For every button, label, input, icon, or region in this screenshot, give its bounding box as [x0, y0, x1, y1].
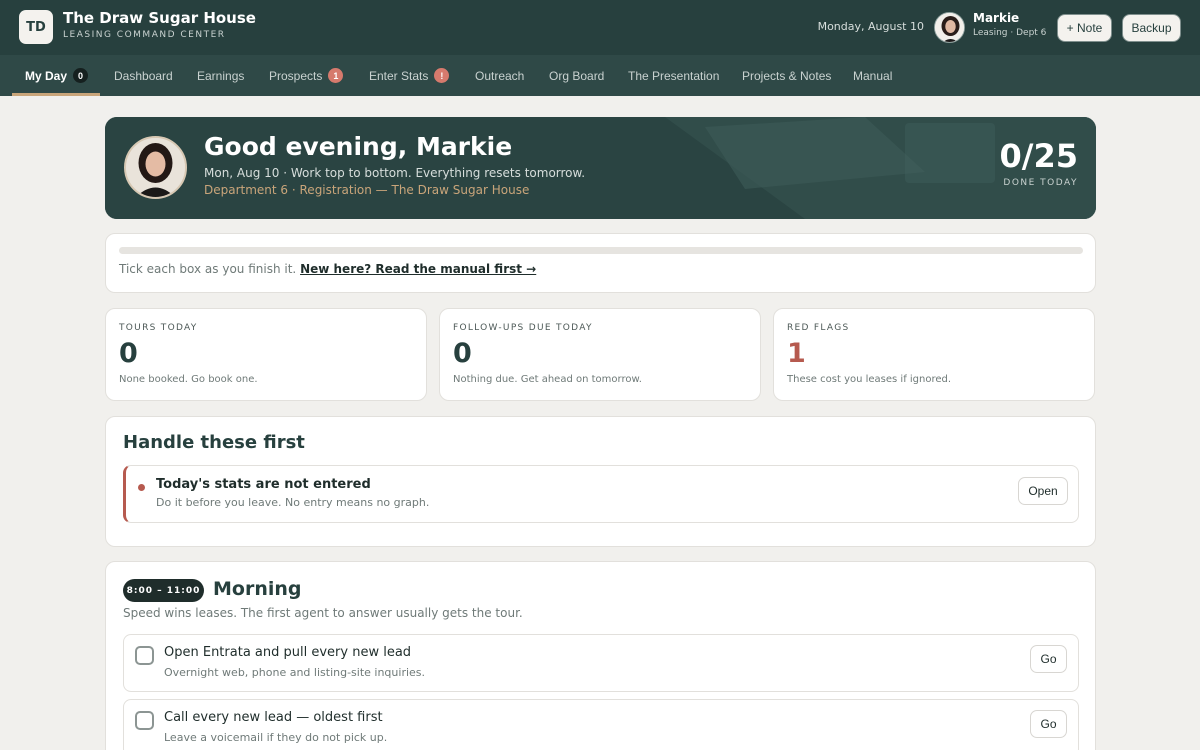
header-date: Monday, August 10 [817, 20, 924, 33]
add-note-button[interactable]: + Note [1057, 14, 1112, 42]
backup-button[interactable]: Backup [1122, 14, 1181, 42]
task-description: Leave a voicemail if they do not pick up… [164, 731, 388, 744]
progress-card: Tick each box as you finish it. New here… [105, 233, 1096, 293]
tab-count-badge: 1 [328, 68, 344, 83]
progress-instruction: Tick each box as you finish it. [119, 262, 297, 276]
handle-first-card: Handle these first Today's stats are not… [105, 416, 1096, 547]
tab-my-day[interactable]: My Day 0 [25, 55, 89, 96]
stat-note: Nothing due. Get ahead on tomorrow. [453, 374, 642, 385]
alert-dot-icon [138, 484, 145, 491]
stat-card-follow-ups: FOLLOW-UPS DUE TODAY 0 Nothing due. Get … [439, 308, 761, 401]
tab-the-presentation[interactable]: The Presentation [628, 55, 719, 96]
tab-label: Earnings [197, 68, 245, 83]
tab-label: Enter Stats [369, 68, 429, 83]
hero-department-line: Department 6 · Registration — The Draw S… [204, 183, 530, 197]
read-manual-link[interactable]: New here? Read the manual first → [300, 262, 536, 276]
active-tab-indicator [12, 93, 100, 96]
tab-org-board[interactable]: Org Board [549, 55, 604, 96]
user-name: Markie [973, 11, 1020, 25]
task-checkbox[interactable] [135, 711, 154, 730]
greeting-heading: Good evening, Markie [204, 132, 513, 161]
tab-outreach[interactable]: Outreach [475, 55, 524, 96]
section-title: Morning [213, 578, 302, 600]
alert-description: Do it before you leave. No entry means n… [156, 496, 430, 509]
tab-prospects[interactable]: Prospects 1 [269, 55, 344, 96]
done-today-label: DONE TODAY [1003, 178, 1078, 188]
stat-note: These cost you leases if ignored. [787, 374, 952, 385]
morning-section: 8:00 – 11:00 Morning Speed wins leases. … [105, 561, 1096, 750]
tab-enter-stats[interactable]: Enter Stats ! [369, 55, 450, 96]
tab-manual[interactable]: Manual [853, 55, 892, 96]
hero-banner: Good evening, Markie Mon, Aug 10 · Work … [105, 117, 1096, 219]
tab-dashboard[interactable]: Dashboard [114, 55, 173, 96]
done-today-count: 0/25 [999, 137, 1078, 175]
avatar-portrait-icon [935, 13, 964, 42]
stat-label: TOURS TODAY [119, 323, 198, 333]
tab-projects-notes[interactable]: Projects & Notes [742, 55, 831, 96]
tab-label: My Day [25, 68, 68, 83]
task-item: Call every new lead — oldest first Leave… [123, 699, 1079, 750]
tab-label: Projects & Notes [742, 68, 832, 83]
app-logo[interactable]: TD [19, 10, 53, 44]
section-subtitle: Speed wins leases. The first agent to an… [123, 606, 523, 620]
portrait-icon [126, 138, 185, 197]
tab-count-badge: 0 [73, 68, 89, 83]
alert-title: Today's stats are not entered [156, 477, 371, 492]
task-description: Overnight web, phone and listing-site in… [164, 666, 426, 679]
alert-item-stats: Today's stats are not entered Do it befo… [123, 465, 1079, 523]
progress-bar [119, 247, 1083, 254]
stat-value: 1 [787, 338, 806, 369]
stat-value: 0 [453, 338, 472, 369]
hero-date-line: Mon, Aug 10 · Work top to bottom. Everyt… [204, 166, 586, 180]
time-range-badge: 8:00 – 11:00 [123, 579, 204, 602]
task-checkbox[interactable] [135, 646, 154, 665]
tab-bar: My Day 0 Dashboard Earnings Prospects 1 … [0, 55, 1200, 96]
tab-label: Manual [853, 68, 893, 83]
tab-alert-badge: ! [434, 68, 450, 83]
stat-label: RED FLAGS [787, 323, 850, 333]
stat-value: 0 [119, 338, 138, 369]
progress-hint: Tick each box as you finish it. New here… [119, 262, 536, 276]
user-role: Leasing · Dept 6 [973, 28, 1047, 38]
stat-label: FOLLOW-UPS DUE TODAY [453, 323, 593, 333]
stat-card-red-flags: RED FLAGS 1 These cost you leases if ign… [773, 308, 1095, 401]
user-avatar[interactable] [934, 12, 965, 43]
open-button[interactable]: Open [1018, 477, 1068, 505]
go-button[interactable]: Go [1030, 710, 1067, 738]
section-title: Handle these first [123, 432, 305, 453]
task-title: Open Entrata and pull every new lead [164, 645, 412, 660]
stat-note: None booked. Go book one. [119, 374, 258, 385]
tab-label: Org Board [549, 68, 605, 83]
app-subtitle: LEASING COMMAND CENTER [63, 30, 226, 40]
task-title: Call every new lead — oldest first [164, 710, 383, 725]
top-bar: TD The Draw Sugar House LEASING COMMAND … [0, 0, 1200, 55]
tab-label: The Presentation [628, 68, 720, 83]
hero-avatar [124, 136, 187, 199]
tab-earnings[interactable]: Earnings [197, 55, 244, 96]
tab-label: Prospects [269, 68, 323, 83]
app-title: The Draw Sugar House [63, 9, 256, 27]
task-item: Open Entrata and pull every new lead Ove… [123, 634, 1079, 692]
go-button[interactable]: Go [1030, 645, 1067, 673]
tab-label: Outreach [475, 68, 525, 83]
tab-label: Dashboard [114, 68, 173, 83]
stat-card-tours: TOURS TODAY 0 None booked. Go book one. [105, 308, 427, 401]
